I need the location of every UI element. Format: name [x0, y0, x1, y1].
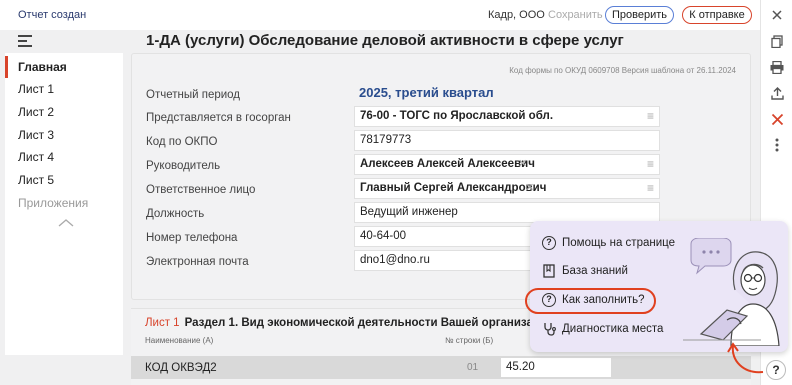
field-value: 76-00 - ТОГС по Ярославской обл.: [360, 110, 554, 122]
check-button[interactable]: Проверить: [605, 6, 674, 24]
field-label: Электронная почта: [146, 256, 249, 268]
list-icon[interactable]: ≡: [647, 107, 654, 126]
director-field[interactable]: Алексеев Алексей Алексеевич ✕ ≡: [354, 154, 660, 175]
page-title: 1-ДА (услуги) Обследование деловой актив…: [146, 32, 624, 49]
gov-agency-field[interactable]: 76-00 - ТОГС по Ярославской обл. ≡: [354, 106, 660, 127]
arrow-pointer: [727, 342, 764, 374]
clear-icon[interactable]: ✕: [518, 155, 527, 174]
sidebar-item-sheet-3[interactable]: Лист 3: [5, 124, 123, 146]
list-icon[interactable]: ≡: [647, 179, 654, 198]
column-header-b: № строки (Б): [445, 336, 494, 345]
book-icon: [542, 264, 556, 278]
close-icon[interactable]: [769, 7, 785, 23]
help-button[interactable]: ?: [766, 360, 786, 380]
diagnostics-item[interactable]: Диагностика места: [542, 319, 663, 339]
field-label: Должность: [146, 208, 205, 220]
field-value: 78179773: [360, 134, 412, 146]
sidebar: Главная Лист 1 Лист 2 Лист 3 Лист 4 Лист…: [5, 53, 123, 355]
sidebar-item-sheet-2[interactable]: Лист 2: [5, 101, 123, 123]
field-label: Руководитель: [146, 160, 221, 172]
send-button[interactable]: К отправке: [682, 6, 752, 24]
period-value[interactable]: 2025, третий квартал: [359, 85, 494, 100]
delete-icon[interactable]: [769, 111, 785, 127]
form-code-info: Код формы по ОКУД 0609708 Версия шаблона…: [509, 66, 736, 75]
report-status: Отчет создан: [18, 9, 87, 21]
sidebar-item-sheet-4[interactable]: Лист 4: [5, 146, 123, 168]
organization-name[interactable]: Кадр, ООО: [488, 9, 545, 21]
clear-icon[interactable]: ✕: [525, 179, 534, 198]
upload-icon[interactable]: [769, 85, 785, 101]
sheet-label: Лист 1: [145, 317, 180, 329]
copy-icon[interactable]: [769, 33, 785, 49]
sidebar-item-sheet-5[interactable]: Лист 5: [5, 169, 123, 191]
save-button[interactable]: Сохранить: [548, 9, 603, 21]
row-name: КОД ОКВЭД2: [145, 362, 217, 374]
column-header-a: Наименование (А): [145, 336, 214, 345]
chevron-up-icon[interactable]: [58, 219, 74, 230]
section-heading: Раздел 1. Вид экономической деятельности…: [184, 317, 555, 329]
okpo-field[interactable]: 78179773: [354, 130, 660, 151]
highlight-ring: [525, 288, 656, 314]
field-value: Ведущий инженер: [360, 206, 458, 218]
sidebar-item-sheet-1[interactable]: Лист 1: [5, 78, 123, 100]
responsible-field[interactable]: Главный Сергей Александрович ✕ ≡: [354, 178, 660, 199]
field-label: Номер телефона: [146, 232, 238, 244]
field-value: 40-64-00: [360, 230, 407, 242]
field-label: Код по ОКПО: [146, 136, 218, 148]
help-item-label: База знаний: [562, 265, 628, 277]
help-on-page-item[interactable]: ? Помощь на странице: [542, 233, 675, 253]
field-value: dno1@dno.ru: [360, 254, 430, 266]
table-row: КОД ОКВЭД2 01 45.20: [131, 356, 751, 379]
field-value: Главный Сергей Александрович: [360, 182, 547, 194]
print-icon[interactable]: [769, 59, 785, 75]
field-label: Ответственное лицо: [146, 184, 256, 196]
section-title: Лист 1 Раздел 1. Вид экономической деятел…: [145, 317, 554, 329]
help-item-label: Помощь на странице: [562, 237, 675, 249]
support-agent-illustration: [683, 238, 780, 346]
list-icon[interactable]: ≡: [647, 155, 654, 174]
field-label: Представляется в госорган: [146, 112, 291, 124]
top-bar: Отчет создан Кадр, ООО Сохранить Провери…: [0, 0, 760, 30]
sidebar-item-main[interactable]: Главная: [5, 56, 123, 78]
help-item-label: Диагностика места: [562, 323, 664, 335]
knowledge-base-item[interactable]: База знаний: [542, 261, 628, 281]
menu-icon[interactable]: [18, 35, 32, 47]
question-circle-icon: ?: [542, 236, 556, 250]
period-label: Отчетный период: [146, 89, 241, 101]
sidebar-item-attachments[interactable]: Приложения: [5, 192, 123, 214]
row-number: 01: [467, 362, 479, 373]
okved-input[interactable]: 45.20: [501, 358, 611, 377]
field-value: Алексеев Алексей Алексеевич: [360, 158, 535, 170]
stethoscope-icon: [542, 322, 556, 336]
position-field[interactable]: Ведущий инженер: [354, 202, 660, 223]
more-icon[interactable]: [769, 137, 785, 153]
